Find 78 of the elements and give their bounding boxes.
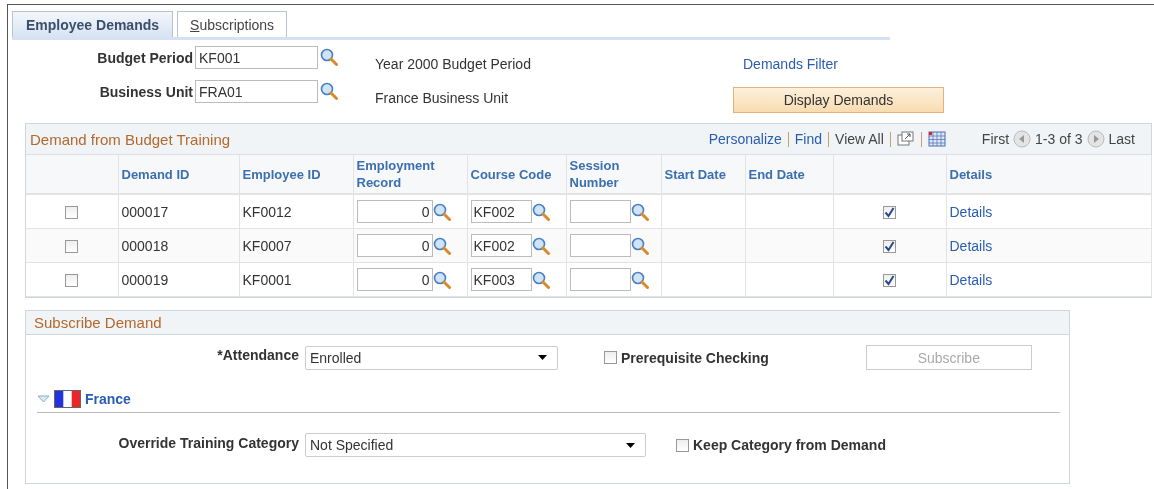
field-label: *Attendance [216, 346, 300, 363]
input-field[interactable]: 0 [356, 200, 433, 223]
display-demands-button[interactable]: Display Demands [733, 87, 944, 113]
search-icon[interactable] [630, 270, 649, 289]
field-label: Business Unit [98, 83, 194, 100]
checkbox-label: Keep Category from Demand [693, 437, 886, 453]
toolbar-link[interactable]: Find [794, 131, 823, 147]
attendance-dropdown[interactable]: Enrolled [305, 345, 558, 370]
caret-icon [538, 355, 547, 360]
checkbox[interactable] [883, 206, 896, 220]
column-header: End Date [748, 165, 805, 183]
column-header: Employee ID [242, 165, 321, 183]
input-field[interactable]: KF001 [195, 46, 318, 69]
details-link[interactable]: Details [949, 271, 993, 288]
column-header: Details [949, 165, 993, 183]
checkbox[interactable] [65, 274, 79, 288]
details-link[interactable]: Details [949, 237, 993, 254]
input-field[interactable]: KF002 [470, 234, 532, 257]
table-cell: KF0007 [242, 237, 292, 254]
table-cell: KF0001 [242, 271, 292, 288]
tab[interactable]: Subscriptions [177, 11, 288, 37]
search-icon[interactable] [432, 270, 451, 289]
field-description: Year 2000 Budget Period [375, 55, 532, 72]
spreadsheet-icon[interactable] [927, 131, 946, 147]
pager-first: First [981, 131, 1010, 147]
search-icon[interactable] [531, 202, 550, 221]
input-field[interactable] [569, 200, 631, 223]
caret-icon [626, 442, 635, 448]
pager-last: Last [1108, 131, 1135, 147]
checkbox-label: Prerequisite Checking [621, 349, 769, 366]
checkbox[interactable] [604, 351, 617, 364]
checkbox[interactable] [883, 274, 896, 288]
details-link[interactable]: Details [949, 203, 993, 220]
flag-icon [54, 390, 81, 408]
pager-range: 1-3 of 3 [1035, 131, 1083, 147]
input-field[interactable] [569, 268, 631, 291]
section-title: Subscribe Demand [33, 314, 162, 331]
search-icon[interactable] [531, 236, 550, 255]
demands-filter-link[interactable]: Demands Filter [743, 46, 838, 72]
search-icon[interactable] [432, 202, 451, 221]
checkbox[interactable] [65, 206, 79, 220]
table-cell: 000019 [121, 271, 169, 288]
checkbox[interactable] [676, 438, 689, 452]
expand-icon[interactable] [37, 394, 50, 404]
checkbox[interactable] [883, 240, 896, 254]
grid-title: Demand from Budget Training [29, 130, 231, 148]
input-field[interactable] [569, 234, 631, 257]
country-link[interactable]: France [85, 391, 131, 407]
search-icon[interactable] [630, 236, 649, 255]
input-field[interactable]: KF002 [470, 200, 532, 223]
search-icon[interactable] [432, 236, 451, 255]
table-cell: KF0012 [242, 203, 292, 220]
search-icon[interactable] [320, 82, 338, 100]
column-header: Demand ID [121, 165, 190, 183]
tab[interactable]: Employee Demands [12, 11, 174, 37]
new-window-icon[interactable] [896, 131, 915, 147]
input-field[interactable]: 0 [356, 268, 433, 291]
column-header: Employment Record [356, 157, 436, 191]
column-header: Course Code [470, 165, 552, 183]
field-label: Override Training Category [117, 434, 300, 451]
search-icon[interactable] [531, 270, 550, 289]
previous-icon[interactable] [1013, 130, 1032, 148]
field-description: France Business Unit [375, 89, 510, 106]
toolbar-link[interactable]: View All [835, 131, 884, 147]
input-field[interactable]: 0 [356, 234, 433, 257]
input-field[interactable]: KF003 [470, 268, 532, 291]
column-header: Start Date [664, 165, 726, 183]
next-icon[interactable] [1086, 130, 1105, 148]
training-category-dropdown[interactable]: Not Specified [305, 433, 646, 457]
table-cell: 000018 [121, 237, 169, 254]
field-label: Budget Period [96, 49, 194, 66]
toolbar-link[interactable]: Personalize [708, 131, 782, 147]
checkbox[interactable] [65, 240, 79, 254]
table-cell: 000017 [121, 203, 169, 220]
search-icon[interactable] [320, 48, 338, 66]
search-icon[interactable] [630, 202, 649, 221]
input-field[interactable]: FRA01 [195, 80, 318, 103]
column-header: Session Number [569, 157, 621, 191]
